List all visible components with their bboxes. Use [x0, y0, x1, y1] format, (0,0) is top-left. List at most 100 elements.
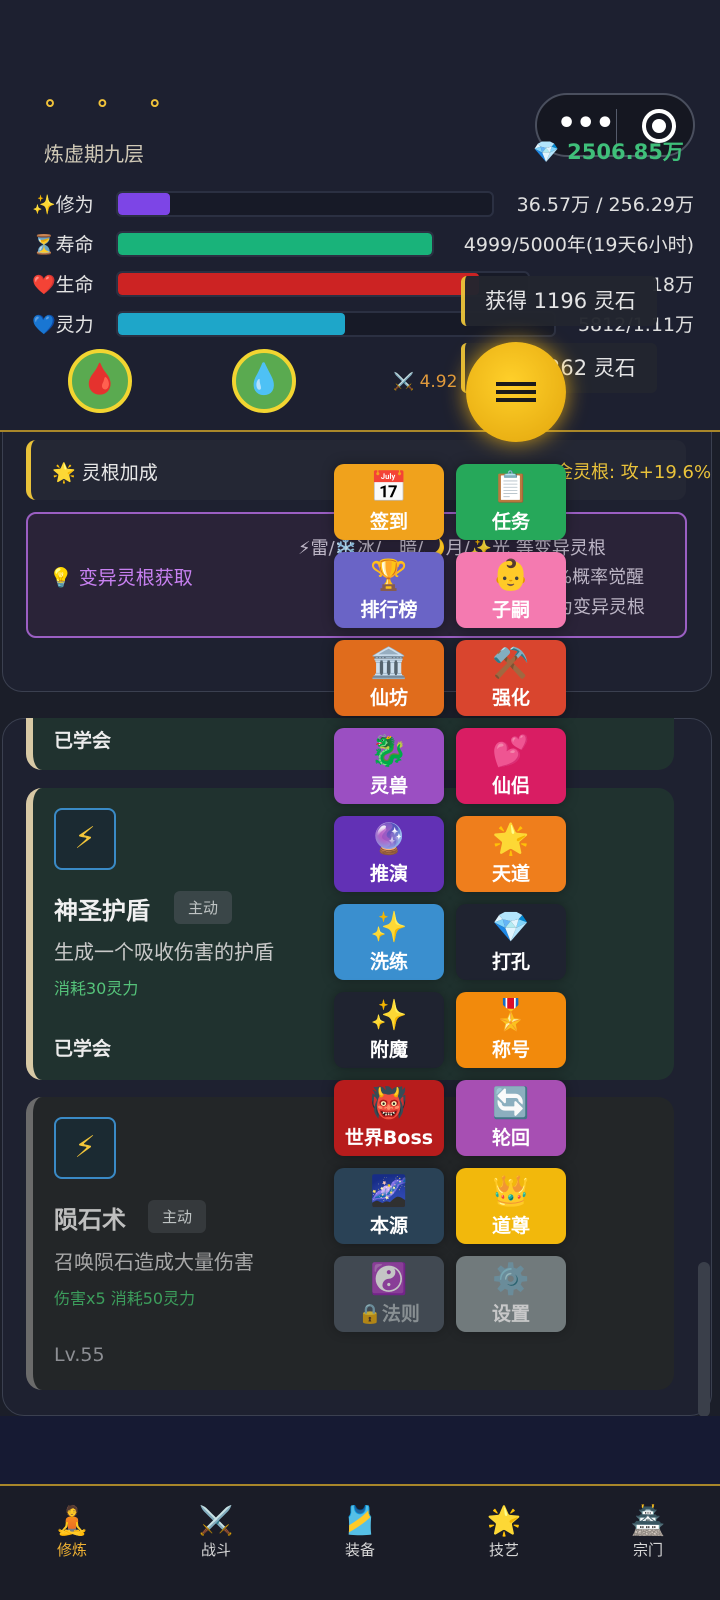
- galaxy-icon: 🌌: [370, 1174, 408, 1209]
- nav-battle[interactable]: ⚔️ 战斗: [176, 1504, 256, 1562]
- health-potion-button[interactable]: 🩸: [68, 349, 132, 413]
- stat-label-health: ❤️生命: [32, 274, 94, 296]
- lightning-icon: ⚡: [54, 808, 116, 870]
- menu-item[interactable]: 💕 仙侣: [456, 728, 566, 804]
- skill-name: 神圣护盾: [54, 897, 150, 925]
- menu-item[interactable]: 💎 打孔: [456, 904, 566, 980]
- menu-item[interactable]: ⚙️ 设置: [456, 1256, 566, 1332]
- nav-equipment[interactable]: 🎽 装备: [320, 1504, 400, 1562]
- mutation-title: 💡 变异灵根获取: [49, 567, 193, 589]
- menu-item[interactable]: 🎖️ 称号: [456, 992, 566, 1068]
- scrollbar[interactable]: [698, 1262, 710, 1417]
- castle-icon: 🏯: [630, 1504, 666, 1537]
- menu-item[interactable]: ✨ 附魔: [334, 992, 444, 1068]
- menu-item-label: 本源: [369, 1215, 408, 1237]
- menu-item[interactable]: 🔄 轮回: [456, 1080, 566, 1156]
- spirit-stones-value: 2506.85万: [567, 140, 684, 164]
- bank-icon: 🏛️: [370, 646, 408, 681]
- sparkles-icon: ✨: [370, 910, 408, 945]
- blood-drop-icon: 🩸: [81, 362, 119, 397]
- vest-icon: 🎽: [342, 1504, 378, 1537]
- menu-item[interactable]: 🌌 本源: [334, 1168, 444, 1244]
- menu-item-label: 道尊: [491, 1215, 530, 1237]
- sparkles-icon: ✨: [370, 998, 408, 1033]
- dragon-icon: 🐉: [370, 734, 408, 769]
- cycle-icon: 🔄: [492, 1086, 530, 1121]
- gem-icon: 💎: [492, 910, 530, 945]
- lightning-icon: ⚡: [54, 1117, 116, 1179]
- lifespan-bar: [116, 231, 434, 257]
- learned-label: 已学会: [54, 1038, 112, 1060]
- baby-icon: 👶: [492, 558, 530, 593]
- nav-cultivate[interactable]: 🧘 修炼: [32, 1504, 112, 1562]
- menu-item-label: 轮回: [491, 1127, 530, 1149]
- menu-item-label: 子嗣: [491, 599, 530, 621]
- mana-potion-button[interactable]: 💧: [232, 349, 296, 413]
- menu-item-label: 仙坊: [369, 687, 408, 709]
- yin-yang-icon: ☯️: [370, 1262, 408, 1297]
- stat-label-cultivation: ✨修为: [32, 194, 94, 216]
- cultivation-bar: [116, 191, 494, 217]
- menu-item-label: 强化: [491, 687, 530, 709]
- swords-icon: ⚔️: [393, 372, 420, 392]
- menu-item-label: 仙侣: [491, 775, 530, 797]
- menu-item[interactable]: 🏛️ 仙坊: [334, 640, 444, 716]
- skill-name: 陨石术: [54, 1206, 126, 1234]
- menu-item-label: 排行榜: [360, 599, 418, 621]
- menu-item[interactable]: 📋 任务: [456, 464, 566, 540]
- reward-toast: 获得 1196 灵石: [461, 276, 657, 326]
- menu-item[interactable]: ⚒️ 强化: [456, 640, 566, 716]
- stat-label-mana: 💙灵力: [32, 314, 94, 336]
- lightbulb-icon: 💡: [49, 567, 73, 589]
- skill-cost: 伤害x5 消耗50灵力: [54, 1289, 196, 1308]
- decoration-dots: ° ° °: [44, 95, 177, 123]
- spirit-stones: 💎 2506.85万: [533, 136, 684, 166]
- menu-item-label: 附魔: [369, 1039, 408, 1061]
- menu-item-label: 天道: [491, 863, 530, 885]
- nav-skills[interactable]: 🌟 技艺: [464, 1504, 544, 1562]
- menu-item-label: 灵兽: [369, 775, 408, 797]
- menu-toggle-button[interactable]: [466, 342, 566, 442]
- water-drop-icon: 💧: [245, 362, 283, 397]
- skill-type-tag: 主动: [174, 891, 233, 924]
- menu-item[interactable]: ✨ 洗练: [334, 904, 444, 980]
- menu-item[interactable]: 🌟 天道: [456, 816, 566, 892]
- menu-item-label: 洗练: [369, 951, 408, 973]
- gear-icon: ⚙️: [492, 1262, 530, 1297]
- menu-item[interactable]: 🐉 灵兽: [334, 728, 444, 804]
- nav-sect[interactable]: 🏯 宗门: [608, 1504, 688, 1562]
- menu-item-label: 设置: [491, 1303, 530, 1325]
- diamond-icon: 💎: [533, 140, 560, 164]
- menu-item-label: 打孔: [491, 951, 530, 973]
- calendar-icon: 📅: [370, 470, 408, 505]
- bonus-title: 🌟 灵根加成: [52, 462, 158, 484]
- menu-item[interactable]: 👹 世界Boss: [334, 1080, 444, 1156]
- menu-item[interactable]: 🏆 排行榜: [334, 552, 444, 628]
- swords-icon: ⚔️: [198, 1504, 234, 1537]
- ogre-icon: 👹: [370, 1086, 408, 1121]
- menu-item[interactable]: 🔮 推演: [334, 816, 444, 892]
- bonus-value: 金灵根: 攻+19.6%: [555, 462, 712, 483]
- meditate-icon: 🧘: [54, 1504, 90, 1537]
- stat-label-lifespan: ⏳寿命: [32, 234, 94, 256]
- menu-item-label: 世界Boss: [344, 1127, 434, 1149]
- cultivation-realm: 炼虚期九层: [44, 142, 144, 166]
- hammer-icon: ⚒️: [492, 646, 530, 681]
- menu-item[interactable]: 👑 道尊: [456, 1168, 566, 1244]
- menu-item[interactable]: 👶 子嗣: [456, 552, 566, 628]
- star-icon: 🌟: [492, 822, 530, 857]
- crystal-ball-icon: 🔮: [370, 822, 408, 857]
- menu-item-label: 称号: [491, 1039, 530, 1061]
- skill-cost: 消耗30灵力: [54, 979, 139, 998]
- crown-icon: 👑: [492, 1174, 530, 1209]
- menu-item[interactable]: 📅 签到: [334, 464, 444, 540]
- health-value: 18万: [650, 274, 694, 296]
- page-bottom-fill: [0, 1416, 720, 1486]
- skill-description: 召唤陨石造成大量伤害: [54, 1250, 254, 1274]
- hearts-icon: 💕: [492, 734, 530, 769]
- medal-icon: 🎖️: [492, 998, 530, 1033]
- mutation-line-3: 为变异灵根: [555, 597, 645, 618]
- hamburger-icon: [496, 390, 536, 394]
- menu-item[interactable]: ☯️ 🔒法则: [334, 1256, 444, 1332]
- menu-item-label: 🔒法则: [358, 1303, 420, 1325]
